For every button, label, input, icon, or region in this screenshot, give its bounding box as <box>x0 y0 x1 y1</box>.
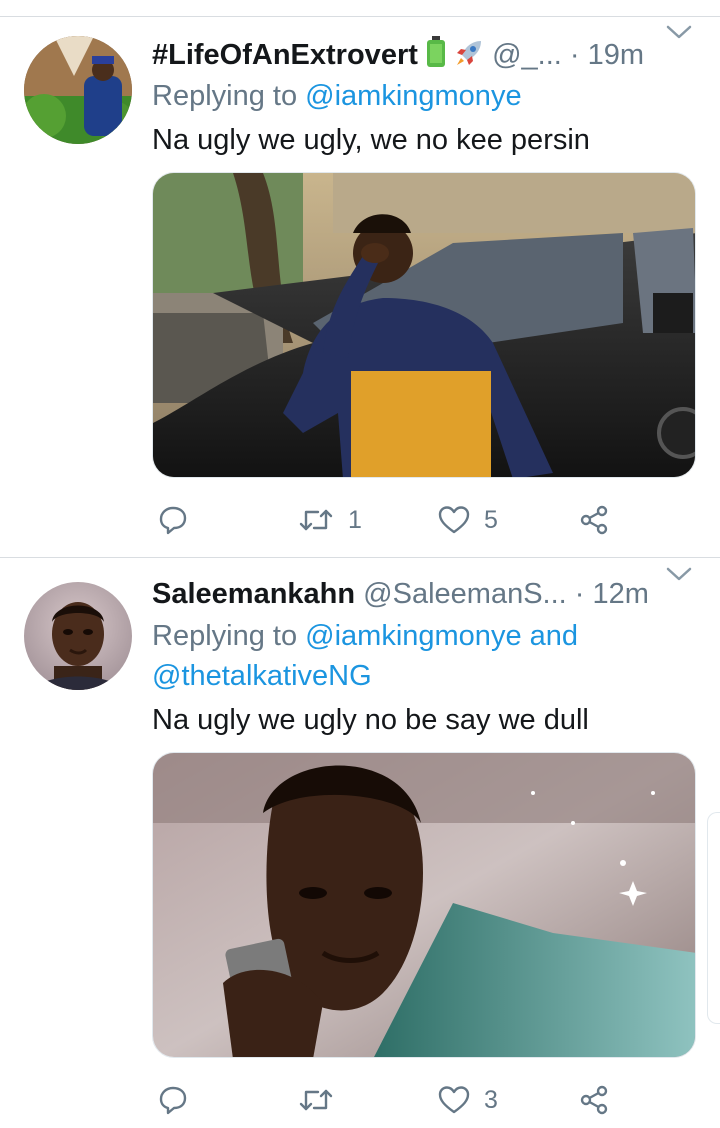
replying-to: Replying to @iamkingmonye <box>152 80 522 112</box>
heart-icon <box>438 1086 470 1114</box>
tweet-2[interactable]: Saleemankahn @SaleemanS... · 12m Replyin… <box>0 558 720 1128</box>
tweet-actions: 1 5 <box>152 500 622 540</box>
timestamp[interactable]: · 12m <box>575 578 649 610</box>
retweet-button[interactable]: 1 <box>298 500 362 540</box>
tweet-photo[interactable] <box>152 172 696 478</box>
like-button[interactable]: 5 <box>438 500 498 540</box>
reply-icon <box>159 1086 187 1115</box>
mention-link[interactable]: @thetalkativeNG <box>152 660 372 692</box>
handle[interactable]: @_... <box>492 39 562 71</box>
avatar[interactable] <box>24 582 132 690</box>
tweet-text: Na ugly we ugly, we no kee persin <box>152 124 590 156</box>
like-button[interactable]: 3 <box>438 1080 498 1120</box>
mention-joiner: and <box>521 620 579 652</box>
chevron-down-icon[interactable] <box>666 24 692 45</box>
display-name[interactable]: Saleemankahn <box>152 578 355 610</box>
reply-button[interactable] <box>158 1080 202 1120</box>
replying-to: Replying to @iamkingmonye and @thetalkat… <box>152 620 579 692</box>
tweet-1[interactable]: #LifeOfAnExtrovert @_... · 19m Replying … <box>0 16 720 556</box>
share-icon <box>580 505 608 535</box>
share-button[interactable] <box>578 1080 610 1120</box>
share-icon <box>580 1085 608 1115</box>
tweet-photo[interactable] <box>152 752 696 1058</box>
mention-link[interactable]: @iamkingmonye <box>305 620 521 652</box>
reply-icon <box>159 506 187 535</box>
scroll-handle[interactable] <box>707 812 720 1024</box>
chevron-down-icon[interactable] <box>666 566 692 587</box>
mention-link[interactable]: @iamkingmonye <box>305 80 521 112</box>
timestamp[interactable]: · 19m <box>570 39 644 71</box>
heart-icon <box>438 506 470 534</box>
display-name[interactable]: #LifeOfAnExtrovert <box>152 39 418 71</box>
retweet-button[interactable] <box>298 1080 348 1120</box>
tweet-header: Saleemankahn @SaleemanS... · 12m <box>152 578 696 618</box>
retweet-icon <box>299 509 333 531</box>
share-button[interactable] <box>578 500 610 540</box>
handle[interactable]: @SaleemanS... <box>363 578 567 610</box>
reply-button[interactable] <box>158 500 202 540</box>
retweet-icon <box>299 1089 333 1111</box>
tweet-header: #LifeOfAnExtrovert @_... · 19m <box>152 36 696 76</box>
battery-icon <box>426 36 446 76</box>
tweet-actions: 3 <box>152 1080 622 1120</box>
avatar[interactable] <box>24 36 132 144</box>
rocket-icon <box>454 38 484 76</box>
tweet-text: Na ugly we ugly no be say we dull <box>152 704 589 736</box>
